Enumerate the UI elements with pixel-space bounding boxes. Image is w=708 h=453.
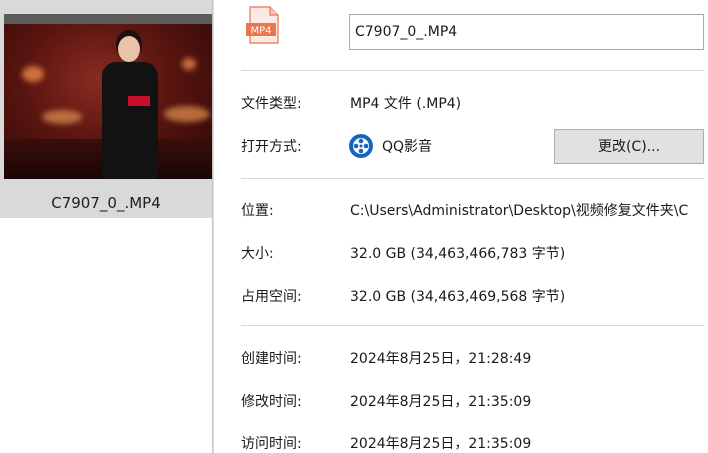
stage-light (22, 66, 44, 82)
file-name-field[interactable] (349, 14, 704, 50)
divider (241, 178, 704, 179)
divider (241, 70, 704, 71)
video-thumbnail (4, 14, 212, 179)
file-type-value: MP4 文件 (.MP4) (350, 96, 462, 112)
red-card (128, 96, 150, 106)
qq-player-icon (349, 134, 373, 158)
modified-label: 修改时间: (241, 394, 302, 410)
size-on-disk-value: 32.0 GB (34,463,469,568 字节) (350, 289, 566, 305)
stage-light (164, 106, 210, 122)
modified-value: 2024年8月25日，21:35:09 (350, 394, 532, 410)
accessed-label: 访问时间: (241, 436, 302, 452)
stage-light (42, 110, 82, 124)
selected-file-tile[interactable]: C7907_0_.MP4 (0, 0, 212, 218)
size-on-disk-label: 占用空间: (241, 289, 302, 305)
location-label: 位置: (241, 203, 274, 219)
file-icon-label: MP4 (250, 26, 271, 37)
size-value: 32.0 GB (34,463,466,783 字节) (350, 246, 566, 262)
created-value: 2024年8月25日，21:28:49 (350, 351, 532, 367)
file-type-label: 文件类型: (241, 96, 302, 112)
explorer-pane: C7907_0_.MP4 (0, 0, 212, 453)
opens-with-label: 打开方式: (241, 139, 302, 155)
change-app-button[interactable]: 更改(C)... (554, 129, 704, 164)
stage-light (182, 58, 196, 70)
properties-panel: MP4 文件类型: MP4 文件 (.MP4) 打开方式: QQ影音 更改(C)… (214, 0, 708, 453)
thumbnail-top-bar (4, 14, 212, 24)
created-label: 创建时间: (241, 351, 302, 367)
divider (241, 325, 704, 326)
opens-with-app: QQ影音 (382, 139, 433, 155)
accessed-value: 2024年8月25日，21:35:09 (350, 436, 532, 452)
presenter-figure (96, 36, 164, 179)
thumbnail-file-name: C7907_0_.MP4 (51, 194, 161, 212)
size-label: 大小: (241, 246, 274, 262)
location-value[interactable]: C:\Users\Administrator\Desktop\视频修复文件夹\C (350, 200, 708, 220)
mp4-file-icon: MP4 (246, 6, 279, 44)
